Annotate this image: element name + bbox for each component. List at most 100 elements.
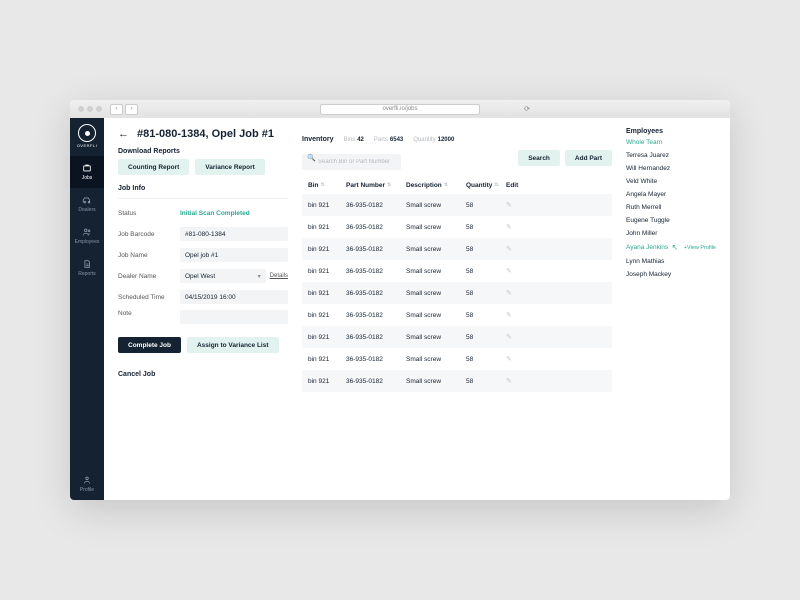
sort-icon: ⇅ [387,182,391,188]
sidebar-item-profile[interactable]: Profile [70,468,104,500]
note-textarea[interactable] [180,310,288,324]
employee-item[interactable]: Terresa Juarez [626,152,716,159]
complete-job-button[interactable]: Complete Job [118,337,181,353]
cell-part: 36-935-0182 [346,356,406,363]
table-row[interactable]: bin 92136-935-0182Small screw58✎ [302,282,612,304]
cell-qty: 58 [466,202,506,209]
sidebar-item-employees[interactable]: Employees [70,220,104,252]
dealer-select[interactable]: Opel West▾ [180,269,266,283]
employees-icon [82,227,92,237]
view-profile-link[interactable]: +View Profile [684,245,716,251]
sidebar-item-jobs[interactable]: Jobs [70,156,104,188]
employee-name: Ruth Merrell [626,204,661,211]
barcode-field[interactable]: #81-080-1384 [180,227,288,241]
dealers-icon [82,195,92,205]
close-dot[interactable] [78,106,84,112]
employee-item[interactable]: Ruth Merrell [626,204,716,211]
employee-item[interactable]: Joseph Mackey [626,271,716,278]
sidebar-item-reports[interactable]: Reports [70,252,104,284]
table-row[interactable]: bin 92136-935-0182Small screw58✎ [302,348,612,370]
browser-forward-button[interactable]: › [125,104,138,115]
table-row[interactable]: bin 92136-935-0182Small screw58✎ [302,216,612,238]
variance-report-button[interactable]: Variance Report [195,159,265,175]
dealer-label: Dealer Name [118,273,180,280]
employee-item[interactable]: Lynn Mathias [626,258,716,265]
cell-bin: bin 921 [308,312,346,319]
table-row[interactable]: bin 92136-935-0182Small screw58✎ [302,194,612,216]
table-row[interactable]: bin 92136-935-0182Small screw58✎ [302,260,612,282]
sidebar-label: Jobs [82,175,93,181]
sort-icon: ⇅ [320,182,324,188]
cell-part: 36-935-0182 [346,268,406,275]
employee-item[interactable]: Angela Mayer [626,191,716,198]
employee-name: Lynn Mathias [626,258,664,265]
browser-back-button[interactable]: ‹ [110,104,123,115]
profile-icon [82,475,92,485]
min-dot[interactable] [87,106,93,112]
edit-icon[interactable]: ✎ [506,377,526,385]
cell-desc: Small screw [406,378,466,385]
sidebar: OVERFLI Jobs Dealers Employees Reports P… [70,118,104,500]
table-row[interactable]: bin 92136-935-0182Small screw58✎ [302,304,612,326]
reload-icon[interactable]: ⟳ [524,105,530,113]
edit-icon[interactable]: ✎ [506,311,526,319]
employee-item[interactable]: Will Hernandez [626,165,716,172]
search-button[interactable]: Search [518,150,560,166]
note-label: Note [118,310,180,317]
add-part-button[interactable]: Add Part [565,150,612,166]
page-title: #81-080-1384, Opel Job #1 [137,128,274,140]
col-qty[interactable]: Quantity⇅ [466,182,506,189]
counting-report-button[interactable]: Counting Report [118,159,189,175]
employee-name: Eugene Tuggle [626,217,670,224]
employee-item[interactable]: Veld White [626,178,716,185]
window-controls [78,106,102,112]
qty-value: 12000 [438,137,455,143]
url-bar[interactable]: overfli.io/jobs [320,104,480,115]
parts-value: 6543 [390,137,403,143]
cancel-job-link[interactable]: Cancel Job [118,371,288,378]
cell-part: 36-935-0182 [346,290,406,297]
barcode-label: Job Barcode [118,231,180,238]
cell-qty: 58 [466,246,506,253]
sidebar-label: Profile [80,487,94,493]
edit-icon[interactable]: ✎ [506,245,526,253]
table-row[interactable]: bin 92136-935-0182Small screw58✎ [302,370,612,392]
employee-item[interactable]: Ayana Jenkins↖+View Profile [626,243,716,252]
search-input[interactable] [302,154,401,170]
edit-icon[interactable]: ✎ [506,289,526,297]
brand-logo[interactable] [78,124,96,142]
edit-icon[interactable]: ✎ [506,333,526,341]
whole-team-link[interactable]: Whole Team [626,139,716,146]
cell-bin: bin 921 [308,378,346,385]
jobname-label: Job Name [118,252,180,259]
employee-item[interactable]: Eugene Tuggle [626,217,716,224]
table-row[interactable]: bin 92136-935-0182Small screw58✎ [302,238,612,260]
col-bin[interactable]: Bin⇅ [308,182,346,189]
cell-qty: 58 [466,224,506,231]
cell-part: 36-935-0182 [346,334,406,341]
col-desc[interactable]: Description⇅ [406,182,466,189]
back-arrow-icon[interactable]: ← [118,128,129,140]
dealer-details-link[interactable]: Details [270,273,288,279]
cell-qty: 58 [466,334,506,341]
table-row[interactable]: bin 92136-935-0182Small screw58✎ [302,326,612,348]
sidebar-item-dealers[interactable]: Dealers [70,188,104,220]
col-part[interactable]: Part Number⇅ [346,182,406,189]
assign-variance-button[interactable]: Assign to Variance List [187,337,279,353]
jobname-field[interactable]: Opel job #1 [180,248,288,262]
edit-icon[interactable]: ✎ [506,267,526,275]
edit-icon[interactable]: ✎ [506,355,526,363]
cell-part: 36-935-0182 [346,312,406,319]
edit-icon[interactable]: ✎ [506,223,526,231]
sidebar-label: Dealers [78,207,95,213]
bins-label: Bins [344,137,356,143]
employee-item[interactable]: John Miller [626,230,716,237]
sort-icon: ⇅ [444,182,448,188]
cell-bin: bin 921 [308,290,346,297]
cell-part: 36-935-0182 [346,202,406,209]
sidebar-label: Reports [78,271,96,277]
edit-icon[interactable]: ✎ [506,201,526,209]
scheduled-field[interactable]: 04/15/2019 16:00 [180,290,288,304]
max-dot[interactable] [96,106,102,112]
cell-bin: bin 921 [308,268,346,275]
